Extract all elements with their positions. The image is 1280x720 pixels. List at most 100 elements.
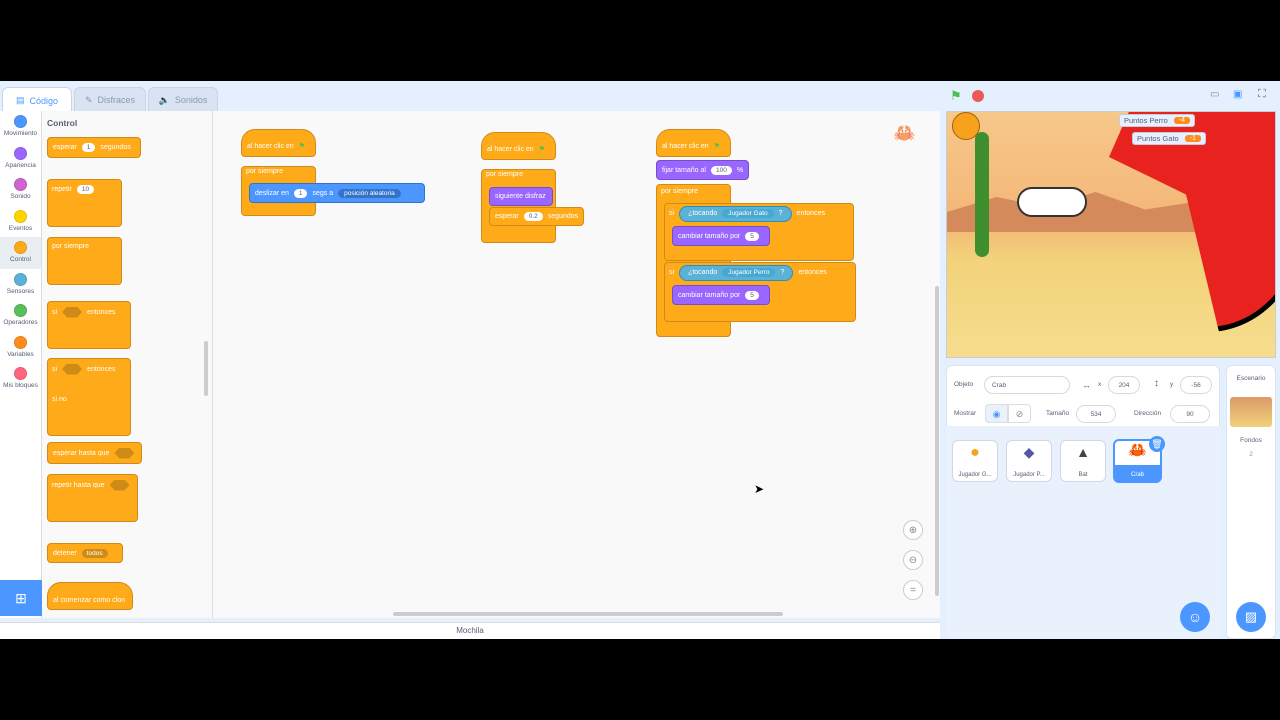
stage[interactable]: Puntos Perro -4 Puntos Gato -1 xyxy=(946,111,1276,358)
show-visible-button[interactable]: ◉ xyxy=(985,404,1008,423)
block-stop[interactable]: detener todos xyxy=(47,543,123,563)
y-arrows-icon: ↕ xyxy=(1154,378,1159,389)
sprite-crab-icon: 🦀 xyxy=(893,123,916,143)
speaker-icon: 🔈 xyxy=(158,94,170,105)
when-flag-clicked-block[interactable]: al hacer clic en ⚑ xyxy=(656,129,731,157)
cactus xyxy=(975,132,989,257)
events-dot-icon xyxy=(14,209,27,223)
block-when-clone[interactable]: al comenzar como clon xyxy=(47,582,133,610)
category-events[interactable]: Eventos xyxy=(0,206,41,238)
block-wait[interactable]: esperar 1 segundos xyxy=(47,137,141,158)
sensing-dot-icon xyxy=(14,272,27,286)
wait-input[interactable]: 0.2 xyxy=(523,212,543,221)
condition-slot xyxy=(62,306,83,318)
green-flag-icon: ⚑ xyxy=(713,143,720,150)
vertical-scrollbar[interactable] xyxy=(935,286,939,596)
sound-dot-icon xyxy=(14,178,27,191)
eye-slash-icon: ⊘ xyxy=(1015,409,1024,419)
green-flag-icon: ⚑ xyxy=(538,146,545,153)
looks-dot-icon xyxy=(14,146,27,160)
change-size-block[interactable]: cambiar tamaño por 5 xyxy=(672,226,770,246)
control-dot-icon xyxy=(14,241,27,254)
green-flag-button[interactable]: ⚑ xyxy=(950,88,962,104)
my-blocks-dot-icon xyxy=(14,367,27,380)
zoom-out-icon: ⊖ xyxy=(908,554,918,566)
block-wait-until[interactable]: esperar hasta que xyxy=(47,442,142,464)
stop-button[interactable] xyxy=(972,90,984,102)
zoom-in-button[interactable]: ⊕ xyxy=(903,520,923,540)
glide-target-dropdown[interactable]: posición aleatoria xyxy=(338,188,401,198)
dog-sprite xyxy=(1017,187,1087,217)
add-extension-icon: ⊞ xyxy=(15,589,27,606)
green-flag-icon: ⚑ xyxy=(298,143,305,150)
y-input[interactable]: -56 xyxy=(1180,376,1212,394)
cat-icon: ● xyxy=(970,444,980,461)
condition-slot xyxy=(62,363,83,375)
bat-icon: ▲ xyxy=(1076,444,1090,460)
when-flag-clicked-block[interactable]: al hacer clic en ⚑ xyxy=(241,129,316,157)
wait-block[interactable]: esperar 0.2 segundos xyxy=(489,207,584,226)
zoom-reset-button[interactable]: = xyxy=(903,580,923,600)
category-control[interactable]: Control xyxy=(0,237,41,269)
direction-input[interactable]: 90 xyxy=(1170,405,1210,423)
touching-block[interactable]: ¿tocando Jugador Perro? xyxy=(679,264,794,281)
x-arrows-icon: ↔ xyxy=(1082,380,1091,390)
extensions-button[interactable]: ⊞ xyxy=(0,580,42,616)
large-stage-button[interactable]: ▣ xyxy=(1233,89,1242,100)
change-size-input[interactable]: 5 xyxy=(745,290,759,300)
tab-costumes[interactable]: ✎ Disfraces xyxy=(74,87,146,113)
category-my-blocks[interactable]: Mis bloques xyxy=(0,363,41,395)
next-costume-block[interactable]: siguiente disfraz xyxy=(489,187,553,206)
glide-secs-input[interactable]: 1 xyxy=(293,188,308,198)
palette-scrollbar[interactable] xyxy=(204,341,208,396)
brush-icon: ✎ xyxy=(84,94,93,105)
zoom-out-button[interactable]: ⊖ xyxy=(903,550,923,570)
small-stage-button[interactable]: ▭ xyxy=(1210,89,1219,100)
category-operators[interactable]: Operadores xyxy=(0,300,41,332)
backdrop-thumbnail xyxy=(1230,397,1272,427)
wait-input[interactable]: 1 xyxy=(81,143,96,152)
tab-code[interactable]: ▤ Código xyxy=(2,87,72,113)
delete-sprite-button[interactable]: 🗑 xyxy=(1149,436,1165,452)
fullscreen-button[interactable]: ⛶ xyxy=(1258,88,1266,101)
variables-dot-icon xyxy=(14,335,27,349)
touching-block[interactable]: ¿tocando Jugador Gato? xyxy=(679,205,792,222)
change-size-block[interactable]: cambiar tamaño por 5 xyxy=(672,285,770,305)
scratch-editor: ▤ Código ✎ Disfraces 🔈 Sonidos Movimiento A… xyxy=(0,81,1280,639)
tab-sounds[interactable]: 🔈 Sonidos xyxy=(148,87,218,113)
script-area[interactable]: al hacer clic en ⚑ por siempre deslizar e… xyxy=(213,111,940,618)
size-input[interactable]: 100 xyxy=(710,165,732,175)
set-size-block[interactable]: fijar tamaño al 100% xyxy=(656,160,749,180)
show-hidden-button[interactable]: ⊘ xyxy=(1008,404,1031,423)
cat-sprite xyxy=(952,112,980,140)
category-sound[interactable]: Sonido xyxy=(0,174,41,206)
sprite-thumb-bat[interactable]: ▲ Bat xyxy=(1060,440,1106,482)
stop-dropdown[interactable]: todos xyxy=(81,548,108,558)
size-input[interactable]: 534 xyxy=(1076,405,1116,423)
touching-dropdown[interactable]: Jugador Gato xyxy=(722,209,774,218)
horizontal-scrollbar[interactable] xyxy=(393,612,783,616)
category-sensing[interactable]: Sensores xyxy=(0,269,41,301)
choose-sprite-button[interactable]: ☺ xyxy=(1180,602,1210,632)
sprite-thumb-cat[interactable]: ● Jugador G... xyxy=(952,440,998,482)
glide-block[interactable]: deslizar en 1 segs a posición aleatoria xyxy=(249,183,425,203)
reset-zoom-icon: = xyxy=(910,584,916,596)
sprite-thumb-dog[interactable]: ◆ Jugador P... xyxy=(1006,440,1052,482)
backpack[interactable]: Mochila xyxy=(0,622,940,639)
category-looks[interactable]: Apariencia xyxy=(0,143,41,175)
change-size-input[interactable]: 5 xyxy=(745,231,759,241)
forever-block[interactable] xyxy=(481,169,556,243)
zoom-in-icon: ⊕ xyxy=(908,524,918,536)
x-input[interactable]: 204 xyxy=(1108,376,1140,394)
repeat-input[interactable]: 10 xyxy=(76,184,95,194)
condition-slot xyxy=(109,479,130,491)
touching-dropdown[interactable]: Jugador Perro xyxy=(722,268,776,277)
image-plus-icon: ▨ xyxy=(1244,609,1258,624)
category-variables[interactable]: Variables xyxy=(0,332,41,364)
when-flag-clicked-block[interactable]: al hacer clic en ⚑ xyxy=(481,132,556,160)
category-motion[interactable]: Movimiento xyxy=(0,111,41,143)
code-icon: ▤ xyxy=(15,95,25,105)
sprite-name-input[interactable]: Crab xyxy=(984,376,1070,394)
trash-icon: 🗑 xyxy=(1151,439,1163,449)
choose-backdrop-button[interactable]: ▨ xyxy=(1236,602,1266,632)
